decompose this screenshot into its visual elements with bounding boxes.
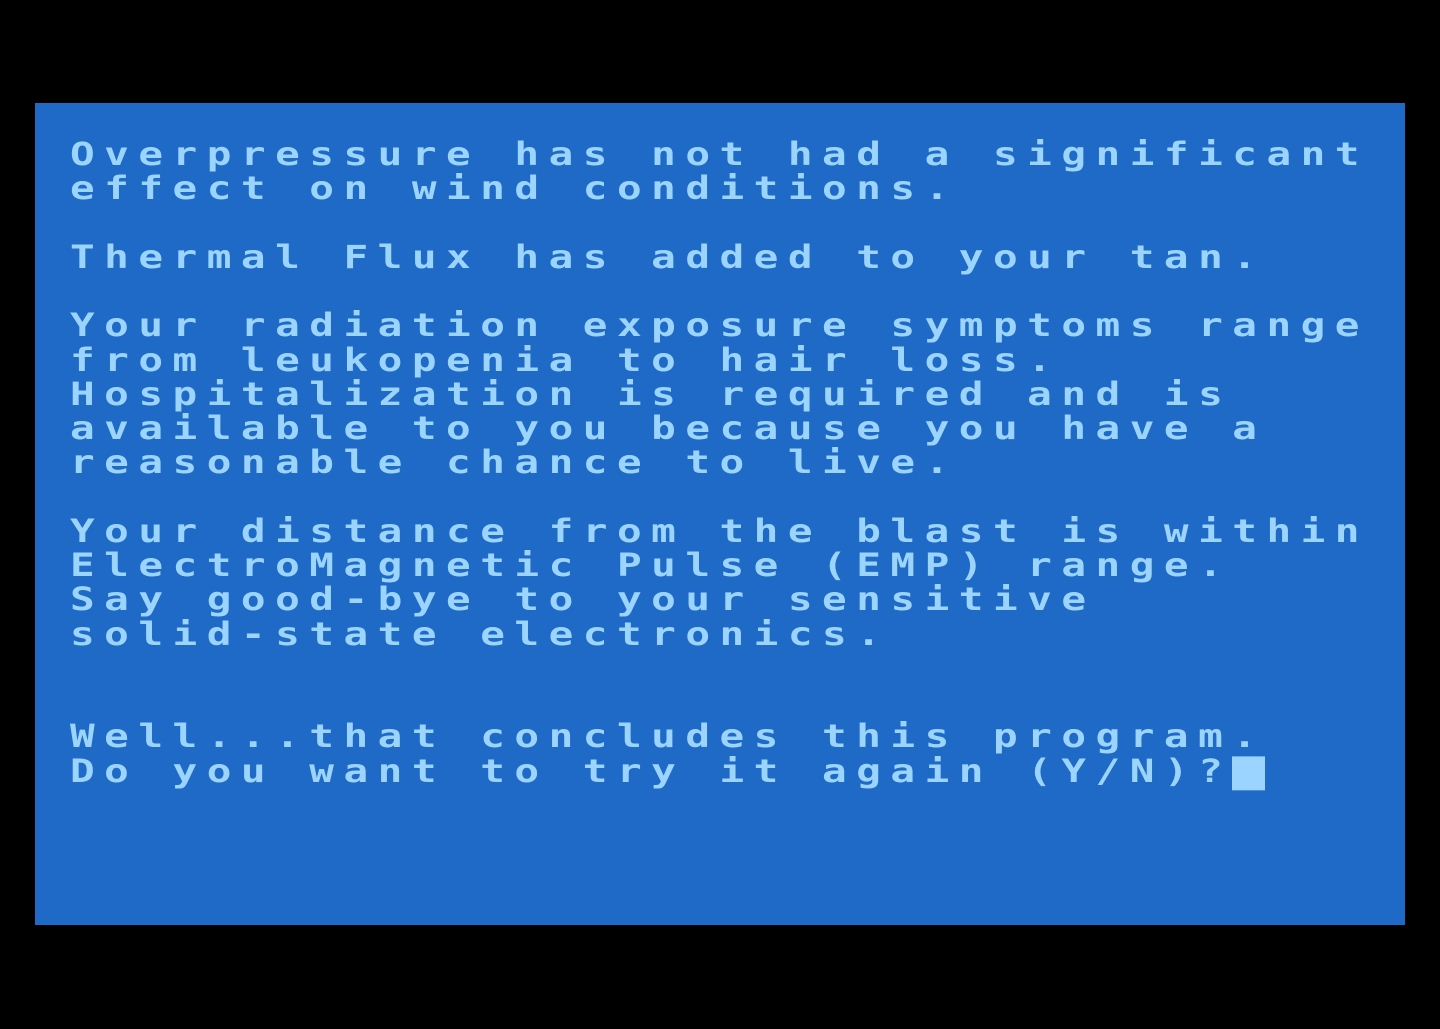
emp-line-4: solid-state electronics. [70,614,891,653]
emp-line-1: Your distance from the blast is within [70,512,1369,550]
radiation-line-3: Hospitalization is required and is [70,375,1233,413]
overpressure-line-1: Overpressure has not had a significant [70,135,1369,173]
terminal-screen: Overpressure has not had a significant e… [35,103,1405,925]
thermal-flux-line: Thermal Flux has added to your tan. [70,238,1267,276]
retry-prompt: Do you want to try it again (Y/N)? [70,751,1233,790]
retry-prompt-row[interactable]: Do you want to try it again (Y/N)? [70,755,1440,790]
radiation-line-4: available to you because you have a [70,409,1267,447]
radiation-line-1: Your radiation exposure symptoms range [70,306,1369,344]
block-cursor-icon[interactable] [1232,755,1266,790]
radiation-line-2: from leukopenia to hair loss. [70,340,1062,379]
emp-line-3: Say good-bye to your sensitive [70,580,1096,618]
emp-line-2: ElectroMagnetic Pulse (EMP) range. [70,546,1233,584]
overpressure-line-2: effect on wind conditions. [70,169,959,207]
terminal-text: Overpressure has not had a significant e… [70,135,1440,790]
radiation-line-5: reasonable chance to live. [70,443,959,481]
conclusion-line: Well...that concludes this program. [70,717,1267,755]
